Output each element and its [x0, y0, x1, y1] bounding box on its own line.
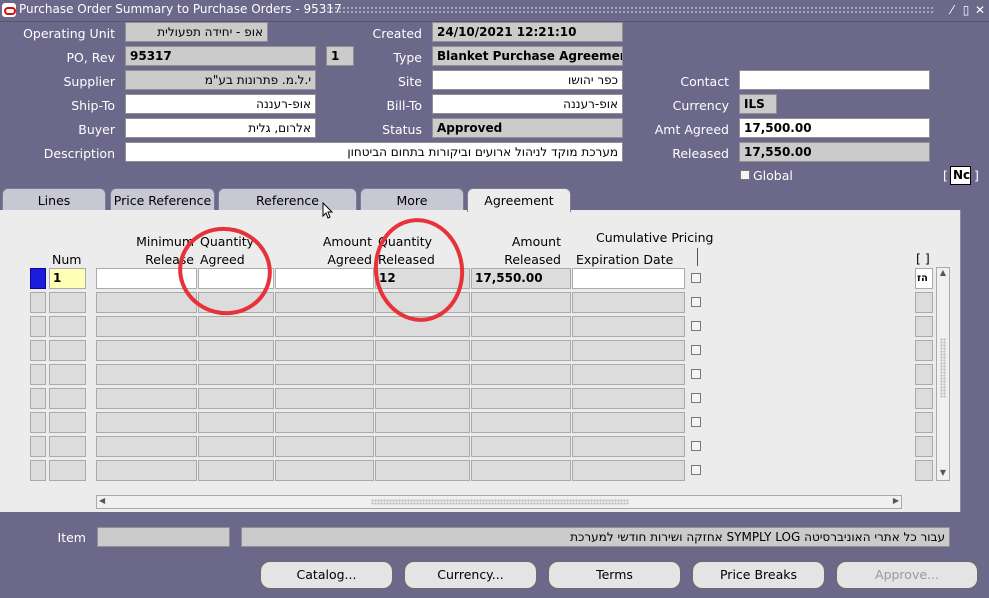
- approve-button-label: Approve...: [875, 567, 939, 582]
- annotation-circle-qty-agreed: [178, 226, 272, 316]
- annotation-circle-qty-released: [373, 218, 465, 322]
- terms-button-label: Terms: [596, 567, 633, 582]
- price-breaks-button-label: Price Breaks: [719, 567, 797, 582]
- catalog-button[interactable]: Catalog...: [260, 561, 393, 589]
- annotation-overlay: [178, 218, 465, 322]
- price-breaks-button[interactable]: Price Breaks: [692, 561, 825, 589]
- currency-button-label: Currency...: [437, 567, 504, 582]
- item-description-field[interactable]: עבור כל אתרי האוניברסיטה SYMPLY LOG אחזק…: [241, 527, 950, 547]
- catalog-button-label: Catalog...: [296, 567, 357, 582]
- approve-button[interactable]: Approve...: [836, 561, 978, 589]
- item-field[interactable]: [97, 527, 230, 547]
- item-label: Item: [57, 530, 86, 545]
- tab-agreement[interactable]: Agreement: [467, 188, 571, 212]
- mouse-cursor-icon: [322, 202, 334, 219]
- currency-button[interactable]: Currency...: [404, 561, 537, 589]
- terms-button[interactable]: Terms: [548, 561, 681, 589]
